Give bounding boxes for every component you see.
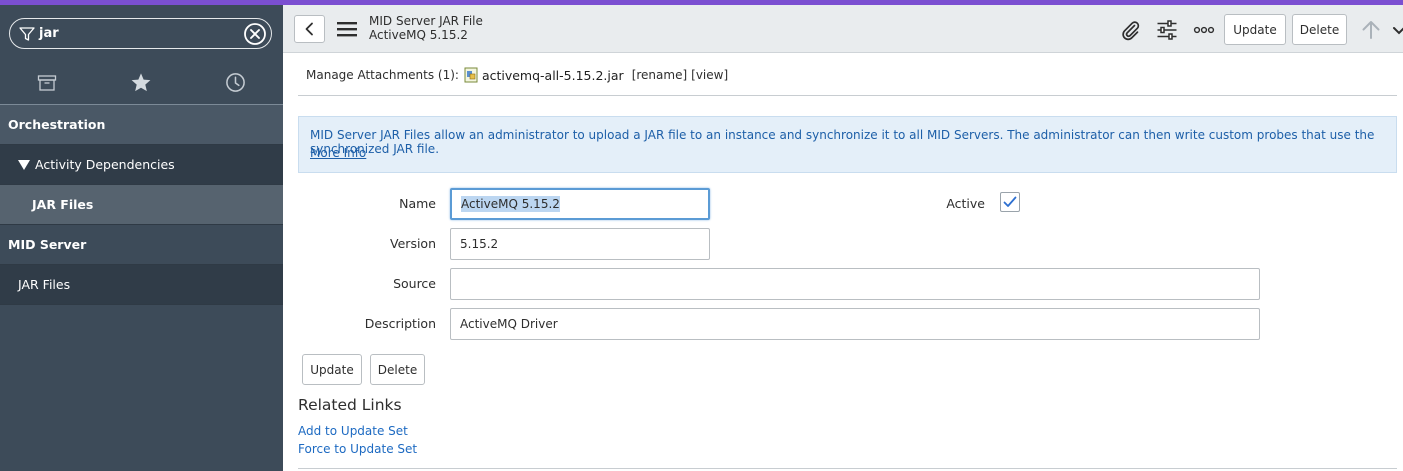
header-delete-button[interactable]: Delete <box>1292 14 1347 45</box>
active-checkbox[interactable] <box>1000 192 1020 212</box>
version-field[interactable]: 5.15.2 <box>450 228 710 260</box>
star-icon <box>131 73 151 92</box>
sidebar-item-label: Orchestration <box>8 117 106 132</box>
jar-file-icon <box>464 67 478 83</box>
tab-favorites[interactable] <box>94 61 188 104</box>
chevron-down-icon[interactable] <box>1392 21 1403 43</box>
name-label: Name <box>399 196 436 211</box>
source-field[interactable] <box>450 268 1260 300</box>
checkmark-icon <box>1003 196 1017 207</box>
rename-link[interactable]: [rename] <box>632 68 687 82</box>
version-label: Version <box>390 236 436 251</box>
form-title: MID Server JAR File <box>369 14 483 28</box>
sidebar-item-activity-dependencies[interactable]: Activity Dependencies <box>0 145 283 185</box>
form-update-button[interactable]: Update <box>302 354 362 385</box>
more-info-link[interactable]: More Info <box>310 146 366 160</box>
info-banner: MID Server JAR Files allow an administra… <box>298 116 1397 173</box>
sidebar-item-jar-files-orchestration[interactable]: JAR Files <box>0 185 283 225</box>
view-link[interactable]: [view] <box>691 68 728 82</box>
version-field-value: 5.15.2 <box>460 237 499 251</box>
name-field[interactable]: ActiveMQ 5.15.2 <box>450 188 710 220</box>
form-delete-button[interactable]: Delete <box>370 354 425 385</box>
navigator-sidebar: jar Orchestration Activity Dependencies … <box>0 5 283 471</box>
filter-icon <box>19 27 35 41</box>
hamburger-icon[interactable] <box>336 18 358 40</box>
force-to-update-set-link[interactable]: Force to Update Set <box>298 442 417 456</box>
filter-text: jar <box>39 26 59 41</box>
form-main: MID Server JAR File ActiveMQ 5.15.2 Upda… <box>283 5 1403 471</box>
sidebar-item-label: MID Server <box>8 237 87 252</box>
navigator-tabs <box>0 61 283 107</box>
description-field-value: ActiveMQ Driver <box>460 317 558 331</box>
back-button[interactable] <box>294 15 325 43</box>
active-label: Active <box>946 196 985 211</box>
divider <box>298 468 1397 469</box>
paperclip-icon[interactable] <box>1119 19 1141 41</box>
clear-circle-icon[interactable] <box>243 22 267 46</box>
attachment-file-link[interactable]: activemq-all-5.15.2.jar <box>482 68 624 83</box>
sidebar-item-jar-files-mid-server[interactable]: JAR Files <box>0 265 283 305</box>
sidebar-item-label: JAR Files <box>18 277 71 292</box>
back-icon <box>305 22 313 36</box>
add-to-update-set-link[interactable]: Add to Update Set <box>298 424 408 438</box>
description-label: Description <box>364 316 436 331</box>
form-header: MID Server JAR File ActiveMQ 5.15.2 Upda… <box>283 5 1403 53</box>
related-links-heading: Related Links <box>298 396 402 414</box>
expand-triangle-icon <box>18 159 30 170</box>
filter-area: jar <box>0 5 283 61</box>
banner-text: MID Server JAR Files allow an administra… <box>310 128 1375 156</box>
attachments-label: Manage Attachments (1): <box>306 68 459 82</box>
clock-icon <box>225 73 245 92</box>
header-update-button[interactable]: Update <box>1224 14 1286 45</box>
tab-all[interactable] <box>0 61 94 104</box>
attachments-row: Manage Attachments (1): activemq-all-5.1… <box>306 67 732 83</box>
description-field[interactable]: ActiveMQ Driver <box>450 308 1260 340</box>
more-icon[interactable] <box>1193 19 1215 41</box>
source-label: Source <box>393 276 436 291</box>
sidebar-item-label: Activity Dependencies <box>35 157 175 172</box>
sidebar-item-orchestration[interactable]: Orchestration <box>0 105 283 145</box>
name-field-value: ActiveMQ 5.15.2 <box>461 196 560 212</box>
filter-input[interactable]: jar <box>9 18 272 49</box>
divider <box>298 95 1397 96</box>
sidebar-item-label: JAR Files <box>32 197 94 212</box>
tab-history[interactable] <box>188 61 282 104</box>
archive-icon <box>37 74 57 91</box>
sidebar-item-mid-server[interactable]: MID Server <box>0 225 283 265</box>
sliders-icon[interactable] <box>1156 19 1178 41</box>
arrow-up-icon[interactable] <box>1360 19 1382 41</box>
record-name: ActiveMQ 5.15.2 <box>369 28 468 42</box>
